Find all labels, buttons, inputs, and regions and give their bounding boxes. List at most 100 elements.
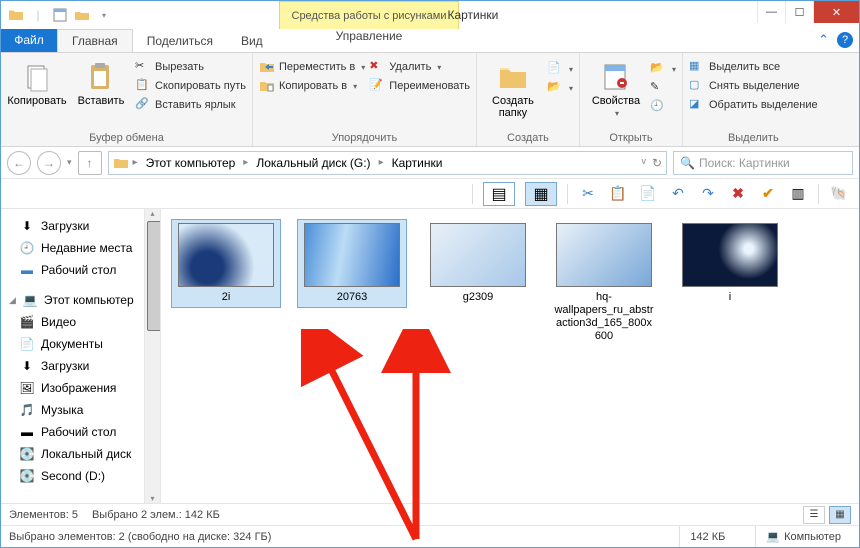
- file-item[interactable]: 2i: [171, 219, 281, 308]
- file-list[interactable]: 2i 20763 g2309hq-wallpapers_ru_abstraction…: [161, 209, 859, 503]
- view-list-button[interactable]: ▤: [483, 182, 515, 206]
- history-button[interactable]: 🕘: [650, 99, 676, 115]
- redo-tool-icon[interactable]: ↷: [698, 184, 718, 204]
- new-folder-icon[interactable]: [73, 6, 91, 24]
- address-bar-row: ← → ▾ ↑ ▸ Этот компьютер ▸ Локальный дис…: [1, 147, 859, 179]
- paste-shortcut-label: Вставить ярлык: [155, 99, 236, 111]
- paste-shortcut-button[interactable]: 🔗Вставить ярлык: [135, 97, 246, 113]
- file-item[interactable]: g2309: [423, 219, 533, 308]
- properties-button[interactable]: Свойства ▾: [586, 57, 646, 118]
- nav-icon: ⬇: [19, 358, 35, 374]
- ok-tool-icon[interactable]: ✔: [758, 184, 778, 204]
- chevron-right-icon[interactable]: ▸: [377, 157, 386, 168]
- cut-tool-icon[interactable]: ✂: [578, 184, 598, 204]
- sidebar-item[interactable]: ▬Рабочий стол: [5, 259, 156, 281]
- select-all-button[interactable]: ▦Выделить все: [689, 59, 818, 75]
- computer-icon: 💻: [766, 530, 780, 543]
- sidebar-item[interactable]: 🖼Изображения: [5, 377, 156, 399]
- details-view-button[interactable]: ☰: [803, 506, 825, 524]
- breadcrumb[interactable]: Этот компьютер: [142, 156, 240, 170]
- forward-button[interactable]: →: [37, 151, 61, 175]
- delete-button[interactable]: ✖Удалить▾: [369, 59, 470, 75]
- file-item[interactable]: 20763: [297, 219, 407, 308]
- folder-icon: [113, 155, 129, 171]
- qat-dropdown-icon[interactable]: ▾: [95, 6, 113, 24]
- sidebar-item[interactable]: 🎬Видео: [5, 311, 156, 333]
- group-new: Создать папку 📄▾ 📂▾ Создать: [477, 53, 580, 146]
- sidebar-item[interactable]: 🕘Недавние места: [5, 237, 156, 259]
- copy-to-button[interactable]: Копировать в▾: [259, 78, 365, 94]
- copy-button[interactable]: Копировать: [7, 57, 67, 107]
- copy-path-button[interactable]: 📋Скопировать путь: [135, 78, 246, 94]
- breadcrumb[interactable]: Локальный диск (G:): [252, 156, 374, 170]
- sidebar-item[interactable]: 💽Second (D:): [5, 465, 156, 487]
- chevron-right-icon[interactable]: ▸: [131, 157, 140, 168]
- close-button[interactable]: ✕: [813, 1, 859, 23]
- thumbnail: [556, 223, 652, 287]
- file-item[interactable]: i: [675, 219, 785, 308]
- scrollbar-thumb[interactable]: [147, 221, 161, 331]
- breadcrumb[interactable]: Картинки: [388, 156, 447, 170]
- group-organize: Переместить в▾ Копировать в▾ ✖Удалить▾ 📝…: [253, 53, 477, 146]
- address-dropdown-icon[interactable]: v: [641, 156, 646, 170]
- paste-tool-icon[interactable]: 📄: [638, 184, 658, 204]
- delete-tool-icon[interactable]: ✖: [728, 184, 748, 204]
- file-name-label: 20763: [337, 291, 368, 304]
- ribbon-collapse-icon[interactable]: ⌃: [818, 32, 829, 48]
- address-bar[interactable]: ▸ Этот компьютер ▸ Локальный диск (G:) ▸…: [108, 151, 667, 175]
- scrollbar[interactable]: [144, 209, 160, 503]
- shell-icon[interactable]: 🐚: [829, 184, 849, 204]
- properties-icon[interactable]: [51, 6, 69, 24]
- thumbnails-view-button[interactable]: ▦: [829, 506, 851, 524]
- select-none-button[interactable]: ▢Снять выделение: [689, 78, 818, 94]
- group-organize-label: Упорядочить: [259, 130, 470, 146]
- refresh-icon[interactable]: ↻: [652, 156, 662, 170]
- undo-tool-icon[interactable]: ↶: [668, 184, 688, 204]
- search-input[interactable]: 🔍 Поиск: Картинки: [673, 151, 853, 175]
- easy-access-icon: 📂: [547, 80, 563, 96]
- view-icons-button[interactable]: ▦: [525, 182, 557, 206]
- thumbnail: [304, 223, 400, 287]
- chevron-right-icon[interactable]: ▸: [241, 157, 250, 168]
- maximize-button[interactable]: ☐: [785, 1, 813, 23]
- copy-tool-icon[interactable]: 📋: [608, 184, 628, 204]
- tab-share[interactable]: Поделиться: [133, 29, 227, 52]
- sidebar-item[interactable]: 💽Локальный диск: [5, 443, 156, 465]
- invert-selection-button[interactable]: ◪Обратить выделение: [689, 97, 818, 113]
- nav-icon: 🖼: [19, 380, 35, 396]
- sidebar-item[interactable]: 📄Документы: [5, 333, 156, 355]
- file-item[interactable]: hq-wallpapers_ru_abstraction3d_165_800x6…: [549, 219, 659, 347]
- cut-button[interactable]: ✂Вырезать: [135, 59, 246, 75]
- up-button[interactable]: ↑: [78, 151, 102, 175]
- sidebar-item[interactable]: ▬Рабочий стол: [5, 421, 156, 443]
- sidebar-item[interactable]: 🎵Музыка: [5, 399, 156, 421]
- sidebar-item-this-pc[interactable]: ◢💻Этот компьютер: [5, 289, 156, 311]
- search-icon: 🔍: [680, 156, 695, 170]
- nav-icon: 💽: [19, 446, 35, 462]
- select-none-icon: ▢: [689, 78, 705, 94]
- sidebar-item[interactable]: ⬇Загрузки: [5, 355, 156, 377]
- edit-icon: ✎: [650, 80, 666, 96]
- delete-label: Удалить: [389, 61, 431, 73]
- minimize-button[interactable]: —: [757, 1, 785, 23]
- sidebar-item[interactable]: ⬇Загрузки: [5, 215, 156, 237]
- rename-button[interactable]: 📝Переименовать: [369, 78, 470, 94]
- move-to-button[interactable]: Переместить в▾: [259, 59, 365, 75]
- paste-button[interactable]: Вставить: [71, 57, 131, 107]
- tab-file[interactable]: Файл: [1, 29, 57, 52]
- new-item-button[interactable]: 📄▾: [547, 61, 573, 77]
- tab-manage[interactable]: Управление: [279, 29, 459, 43]
- properties-tool-icon[interactable]: ▥: [788, 184, 808, 204]
- recent-locations-icon[interactable]: ▾: [67, 157, 72, 168]
- explorer-window: | ▾ Средства работы с рисунками Картинки…: [0, 0, 860, 548]
- back-button[interactable]: ←: [7, 151, 31, 175]
- thumbnail: [682, 223, 778, 287]
- open-button[interactable]: 📂▾: [650, 61, 676, 77]
- chevron-down-icon: ▾: [437, 63, 441, 72]
- help-icon[interactable]: ?: [837, 32, 853, 48]
- edit-button[interactable]: ✎: [650, 80, 676, 96]
- easy-access-button[interactable]: 📂▾: [547, 80, 573, 96]
- tab-home[interactable]: Главная: [57, 29, 133, 52]
- tab-view[interactable]: Вид: [227, 29, 277, 52]
- new-folder-button[interactable]: Создать папку: [483, 57, 543, 119]
